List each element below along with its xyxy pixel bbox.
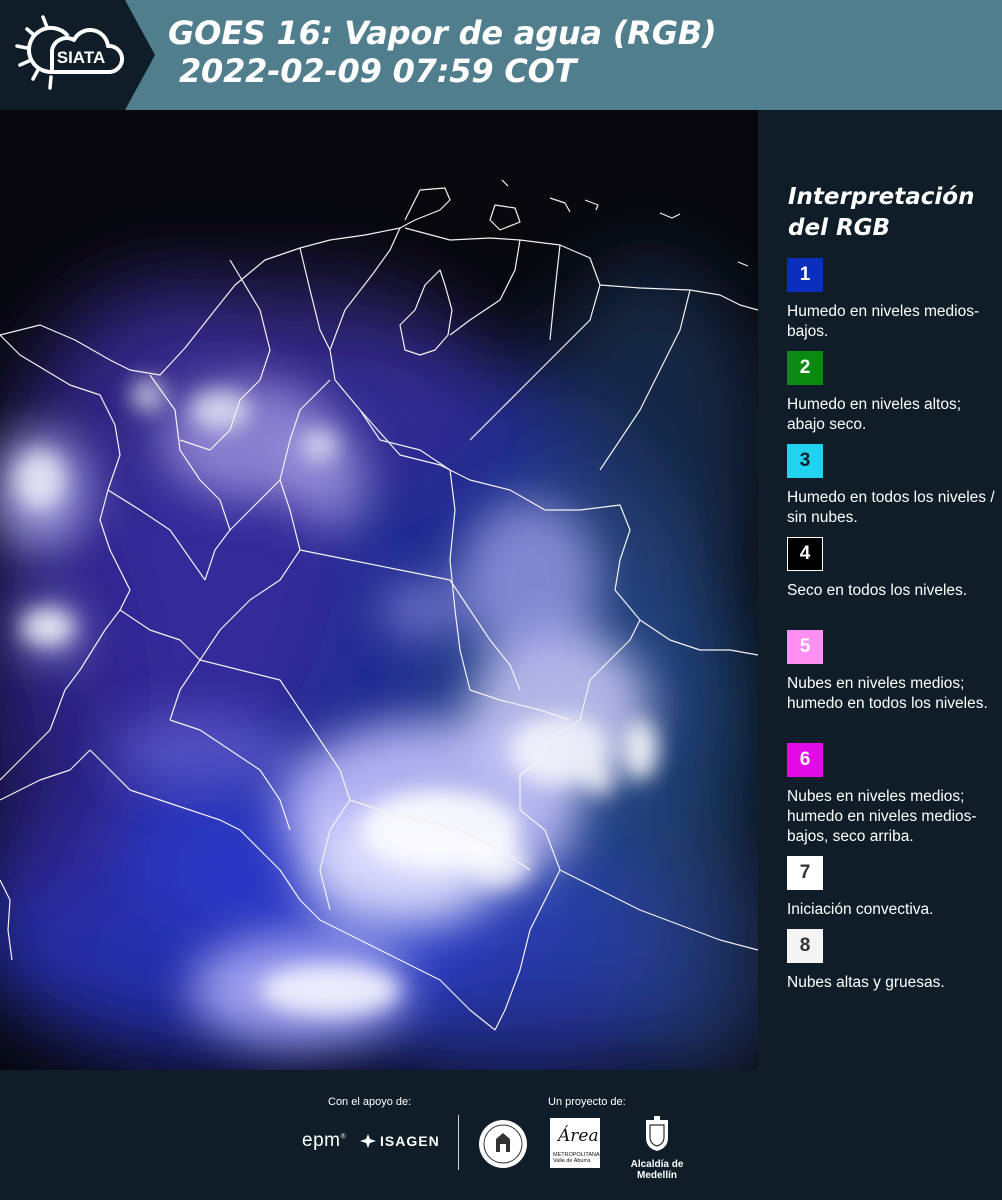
footer-divider — [458, 1115, 459, 1170]
legend-title: Interpretación del RGB — [788, 184, 975, 241]
legend-swatch-6: 6 — [787, 743, 823, 777]
legend-item-2: 2 Humedo en niveles altos; abajo seco. — [787, 351, 997, 435]
legend-description-3: Humedo en todos los niveles / sin nubes. — [787, 489, 995, 526]
legend-item-1: 1 Humedo en niveles medios-bajos. — [787, 258, 997, 342]
legend-swatch-2: 2 — [787, 351, 823, 385]
siata-sun-cloud-icon: SIATA — [0, 0, 155, 110]
legend-item-5: 5 Nubes en niveles medios; humedo en tod… — [787, 630, 997, 714]
legend-description-5: Nubes en niveles medios; humedo en todos… — [787, 675, 988, 712]
siata-logo[interactable]: SIATA — [0, 0, 155, 110]
legend-description-7: Iniciación convectiva. — [787, 901, 934, 918]
isagen-logo-text: ISAGEN — [380, 1133, 440, 1149]
legend-item-8: 8 Nubes altas y gruesas. — [787, 929, 997, 993]
area-metropolitana-logo[interactable]: Área METROPOLITANA Valle de Aburrá — [550, 1118, 600, 1168]
page-title: GOES 16: Vapor de agua (RGB) 2022-02-09 … — [168, 14, 717, 90]
svg-text:SIATA: SIATA — [57, 48, 105, 67]
area-logo-subtitle: METROPOLITANA Valle de Aburrá — [553, 1152, 600, 1164]
legend-swatch-5: 5 — [787, 630, 823, 664]
legend-panel: Interpretación del RGB 1 Humedo en nivel… — [760, 110, 1002, 1070]
alcaldia-logo-text: Alcaldía de Medellín — [630, 1159, 684, 1181]
support-label: Con el apoyo de: — [328, 1096, 412, 1108]
moisture-field — [0, 260, 758, 1070]
isagen-spark-icon — [360, 1134, 376, 1148]
university-seal-icon — [479, 1120, 527, 1168]
satellite-image[interactable] — [0, 110, 758, 1070]
isagen-logo[interactable]: ISAGEN — [360, 1133, 440, 1149]
legend-swatch-7: 7 — [787, 856, 823, 890]
epm-logo-text: epm — [302, 1130, 341, 1151]
legend-description-6: Nubes en niveles medios; humedo en nivel… — [787, 788, 977, 845]
legend-description-2: Humedo en niveles altos; abajo seco. — [787, 396, 962, 433]
legend-item-3: 3 Humedo en todos los niveles / sin nube… — [787, 444, 997, 528]
epm-logo[interactable]: epm® — [302, 1130, 346, 1152]
legend-swatch-1: 1 — [787, 258, 823, 292]
legend-description-1: Humedo en niveles medios-bajos. — [787, 303, 980, 340]
alcaldia-medellin-logo[interactable]: Alcaldía de Medellín — [612, 1116, 702, 1181]
legend-swatch-8: 8 — [787, 929, 823, 963]
water-vapor-rgb-map — [0, 110, 758, 1070]
legend-item-4: 4 Seco en todos los niveles. — [787, 537, 997, 601]
legend-description-4: Seco en todos los niveles. — [787, 582, 968, 599]
legend-item-7: 7 Iniciación convectiva. — [787, 856, 997, 920]
legend-description-8: Nubes altas y gruesas. — [787, 974, 945, 991]
project-label: Un proyecto de: — [548, 1096, 626, 1108]
legend-item-6: 6 Nubes en niveles medios; humedo en niv… — [787, 743, 997, 847]
university-seal-logo[interactable] — [478, 1119, 528, 1174]
header-bar: SIATA GOES 16: Vapor de agua (RGB) 2022-… — [0, 0, 1002, 110]
area-logo-word: Área — [558, 1126, 599, 1146]
legend-swatch-4: 4 — [787, 537, 823, 571]
medellin-crest-icon — [646, 1116, 668, 1151]
footer: Con el apoyo de: Un proyecto de: epm® IS… — [0, 1070, 1002, 1200]
legend-swatch-3: 3 — [787, 444, 823, 478]
